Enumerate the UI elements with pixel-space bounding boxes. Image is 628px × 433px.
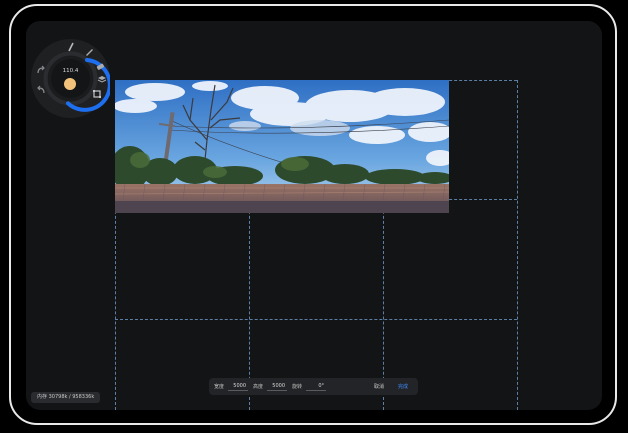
cancel-button[interactable]: 取消 xyxy=(374,383,384,390)
canvas-size-bar: 宽度 5000 高度 5000 旋转 0° 取消 完成 xyxy=(209,378,418,395)
smudge-icon[interactable] xyxy=(82,45,96,59)
drawing-canvas-area[interactable]: 110.4 内存 30798k / 958336k 宽度 5000 高度 500… xyxy=(26,21,602,410)
tool-wheel[interactable]: 110.4 xyxy=(31,39,110,118)
width-input[interactable]: 5000 xyxy=(228,383,249,391)
done-button[interactable]: 完成 xyxy=(398,383,408,390)
canvas-guide-line xyxy=(115,319,517,320)
width-label: 宽度 xyxy=(214,384,225,390)
height-input[interactable]: 5000 xyxy=(267,383,288,391)
rotate-input[interactable]: 0° xyxy=(306,383,327,391)
layers-icon[interactable] xyxy=(95,73,109,87)
height-label: 高度 xyxy=(253,384,264,390)
canvas-guide-line xyxy=(517,80,518,410)
brush-size-value: 110.4 xyxy=(62,68,79,74)
undo-icon[interactable] xyxy=(34,83,48,97)
transform-icon[interactable] xyxy=(90,87,104,101)
eraser-icon[interactable] xyxy=(93,60,107,74)
brush-preview[interactable]: 110.4 xyxy=(48,56,93,101)
redo-icon[interactable] xyxy=(34,63,48,77)
brush-icon[interactable] xyxy=(64,40,78,54)
memory-status: 内存 30798k / 958336k xyxy=(31,392,101,403)
artwork-image[interactable] xyxy=(115,80,449,213)
rotate-label: 旋转 xyxy=(292,384,303,390)
brush-color-swatch[interactable] xyxy=(64,78,76,90)
